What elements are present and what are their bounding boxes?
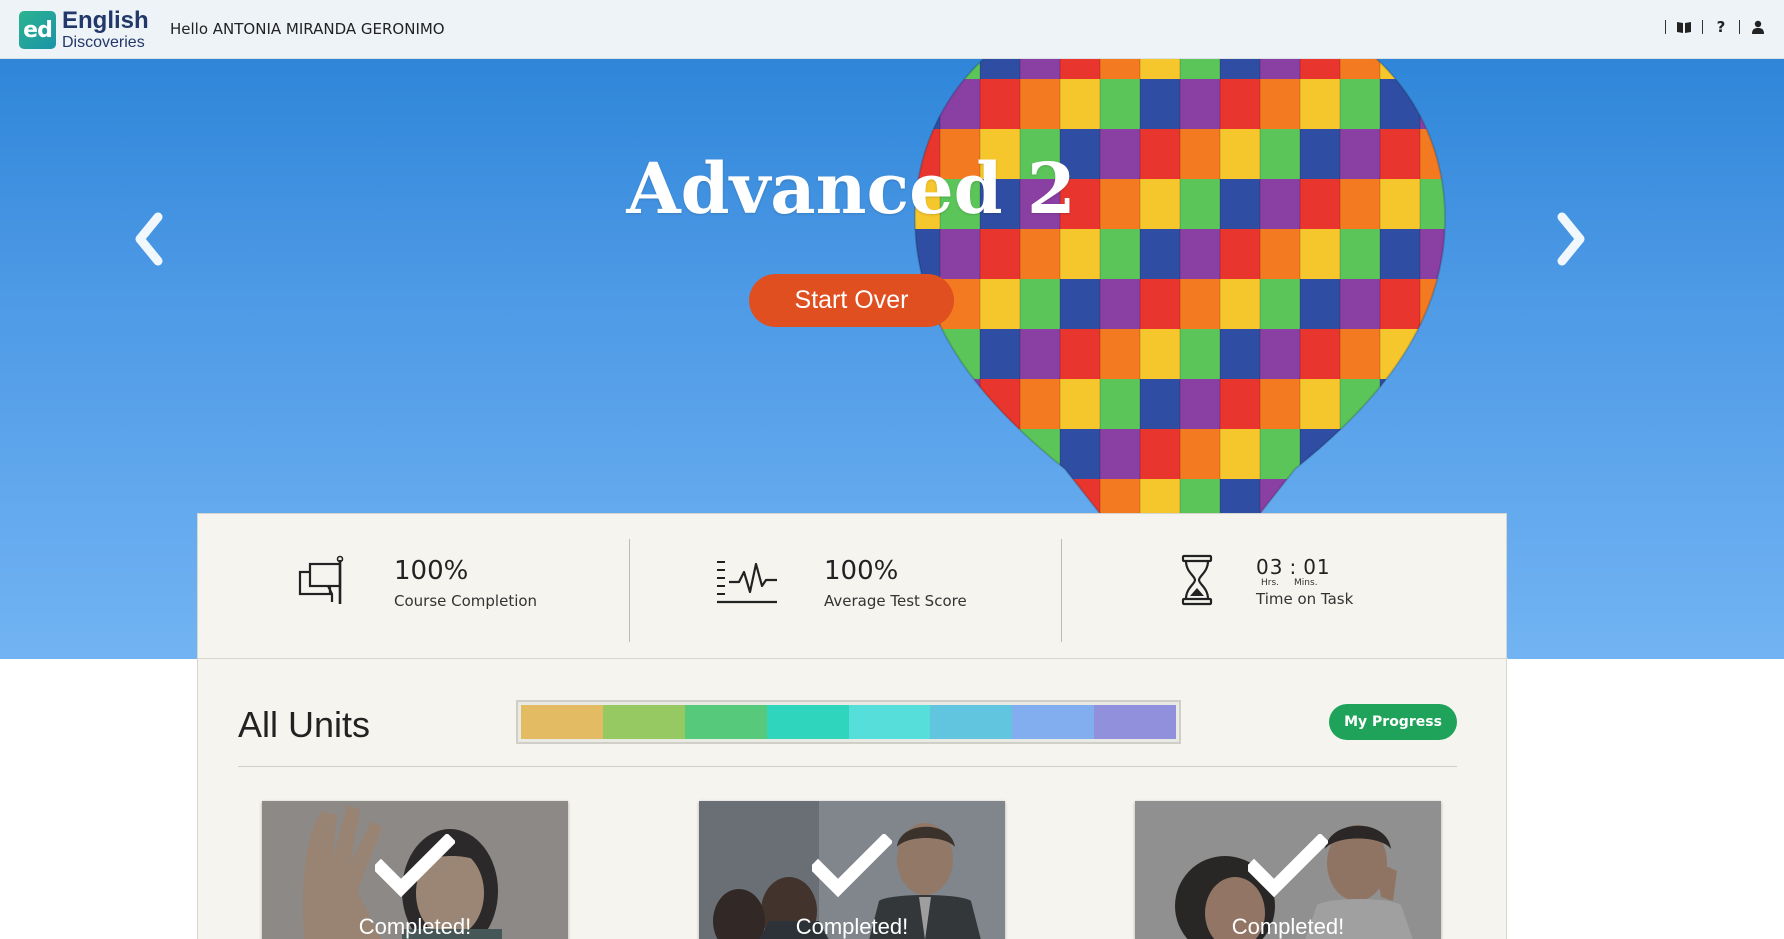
logo-mark: ed xyxy=(19,11,56,49)
unit-progress-segment-2[interactable] xyxy=(602,705,685,739)
stat-average-test-score: 100% Average Test Score xyxy=(630,514,1062,659)
flag-icon xyxy=(298,555,344,604)
course-summary-panel: 100% Course Completion 100% Average Test… xyxy=(197,513,1508,939)
logo-line-1: English xyxy=(62,7,149,34)
average-test-score-label: Average Test Score xyxy=(824,592,967,610)
previous-course-button[interactable] xyxy=(128,209,168,269)
unit-card-3[interactable]: Completed! xyxy=(1135,801,1441,939)
stat-course-completion: 100% Course Completion xyxy=(198,514,630,659)
minutes-unit-label: Mins. xyxy=(1294,578,1318,588)
unit-card-2[interactable]: Completed! xyxy=(699,801,1005,939)
pulse-chart-icon xyxy=(717,561,777,604)
unit-card-1[interactable]: Completed! xyxy=(262,801,568,939)
chevron-left-icon xyxy=(135,212,163,266)
book-icon[interactable] xyxy=(1676,18,1692,36)
unit-progress-segment-8[interactable] xyxy=(1094,705,1176,739)
checkmark-icon xyxy=(812,834,892,898)
time-units: Hrs. Mins. xyxy=(1256,578,1353,588)
hourglass-icon xyxy=(1181,554,1213,606)
all-units-heading: All Units xyxy=(238,704,371,745)
card-status-label: Completed! xyxy=(1231,914,1345,939)
course-completion-label: Course Completion xyxy=(394,592,538,610)
time-separator: : xyxy=(1289,555,1298,579)
course-completion-value: 100% xyxy=(394,556,469,586)
english-discoveries-logo[interactable]: ed English Discoveries xyxy=(19,9,149,51)
time-on-task-label: Time on Task xyxy=(1256,590,1354,608)
next-course-button[interactable] xyxy=(1552,209,1592,269)
unit-progress-segment-1[interactable] xyxy=(521,705,603,739)
divider xyxy=(1739,20,1740,34)
card-status-label: Completed! xyxy=(795,914,909,939)
divider xyxy=(238,766,1457,767)
checkmark-icon xyxy=(375,834,455,898)
course-title: Advanced 2 xyxy=(626,147,1076,230)
units-progress-bar[interactable] xyxy=(516,700,1181,744)
start-over-button[interactable]: Start Over xyxy=(749,274,954,327)
help-icon[interactable]: ? xyxy=(1713,18,1729,36)
unit-progress-segment-3[interactable] xyxy=(684,705,767,739)
help-glyph: ? xyxy=(1716,18,1726,36)
logo-text: English Discoveries xyxy=(62,9,149,51)
unit-progress-segment-5[interactable] xyxy=(848,705,931,739)
card-status-label: Completed! xyxy=(358,914,472,939)
user-greeting: Hello ANTONIA MIRANDA GERONIMO xyxy=(170,20,445,38)
time-value: 03 : 01 xyxy=(1256,555,1353,579)
hot-air-balloon-image xyxy=(913,59,1447,581)
time-on-task: 03 : 01 Hrs. Mins. Time on Task xyxy=(1256,555,1353,608)
unit-progress-segment-7[interactable] xyxy=(1012,705,1095,739)
unit-progress-segment-4[interactable] xyxy=(766,705,849,739)
header-actions: ? xyxy=(1655,18,1766,36)
logo-line-2: Discoveries xyxy=(62,34,145,51)
divider xyxy=(1702,20,1703,34)
chevron-right-icon xyxy=(1557,212,1585,266)
time-minutes: 01 xyxy=(1303,555,1331,579)
hours-unit-label: Hrs. xyxy=(1261,578,1280,588)
divider xyxy=(1665,20,1666,34)
top-header: ed English Discoveries Hello ANTONIA MIR… xyxy=(0,0,1784,59)
time-hours: 03 xyxy=(1256,555,1284,579)
my-progress-button[interactable]: My Progress xyxy=(1329,704,1457,740)
user-icon[interactable] xyxy=(1750,18,1766,36)
unit-progress-segment-6[interactable] xyxy=(930,705,1013,739)
stat-divider xyxy=(1061,539,1062,642)
average-test-score-value: 100% xyxy=(824,556,899,586)
stats-bar: 100% Course Completion 100% Average Test… xyxy=(198,514,1508,659)
checkmark-icon xyxy=(1248,834,1328,898)
